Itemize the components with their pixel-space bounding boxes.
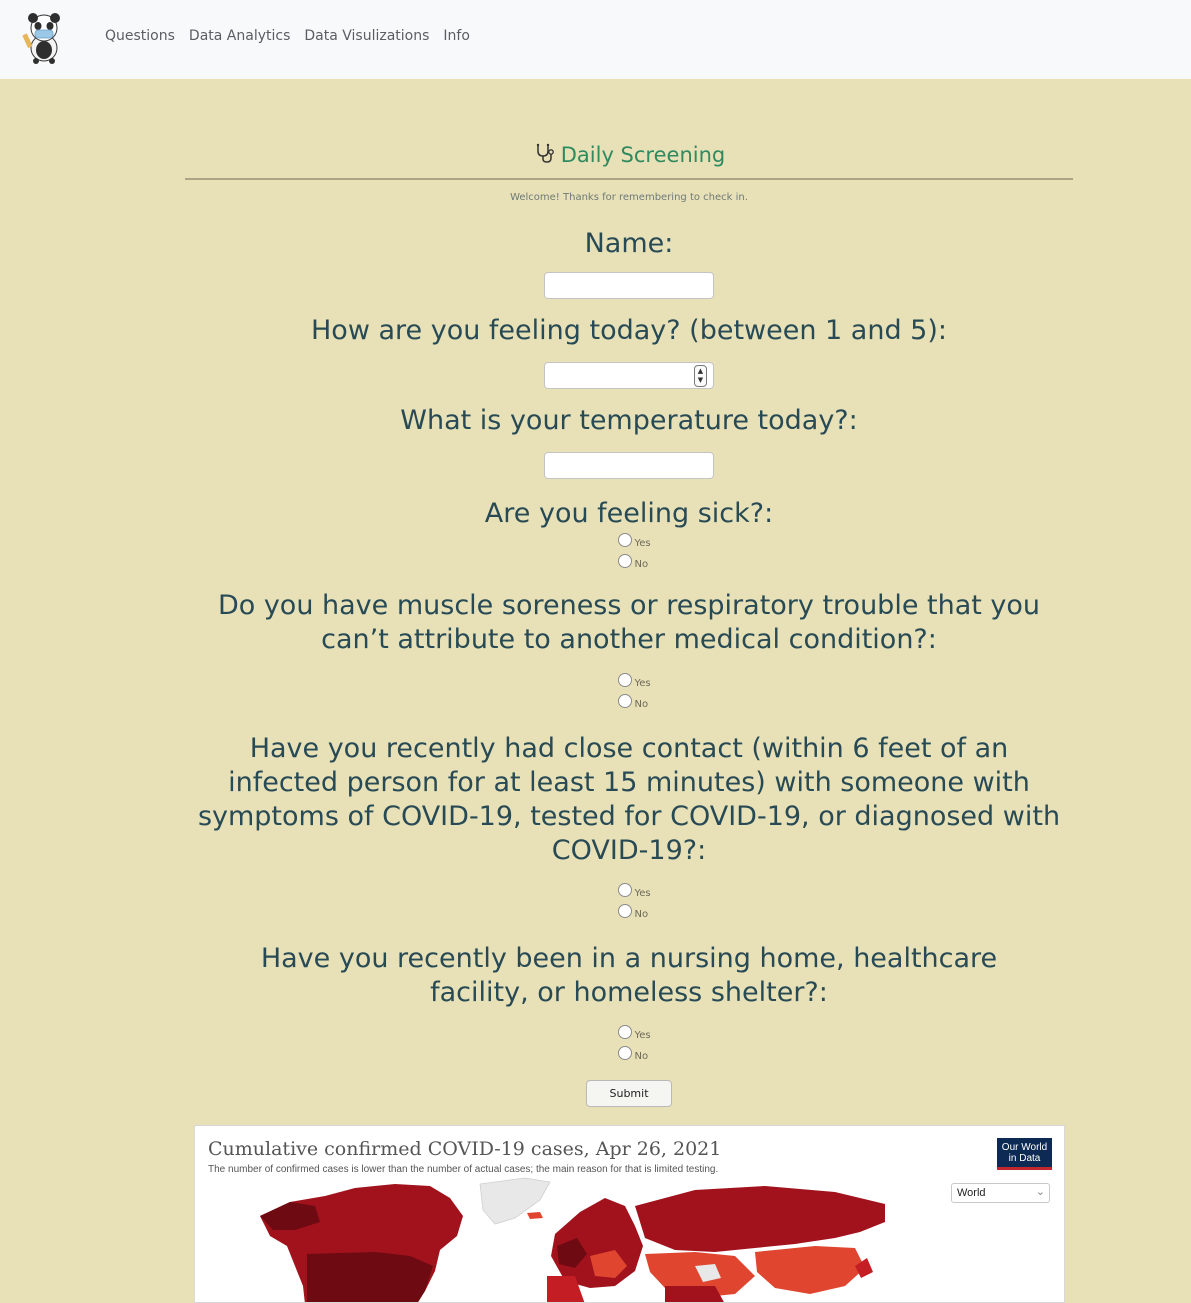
facility-yes-radio[interactable] — [617, 1025, 632, 1039]
nav-info[interactable]: Info — [436, 24, 477, 48]
nav-data-visualizations[interactable]: Data Visulizations — [297, 24, 436, 48]
contact-radio-group: Yes No — [185, 881, 1073, 923]
sick-no-label: No — [634, 559, 649, 570]
facility-yes-option[interactable]: Yes — [617, 1023, 653, 1044]
sick-yes-label: Yes — [634, 538, 651, 549]
sick-radio-group: Yes No — [185, 531, 1073, 573]
sick-label: Are you feeling sick?: — [484, 498, 774, 529]
chevron-up-icon[interactable]: ▲ — [698, 367, 703, 376]
screening-form: Daily Screening Welcome! Thanks for reme… — [185, 79, 1073, 1107]
sick-yes-radio[interactable] — [617, 533, 632, 547]
chevron-down-icon[interactable]: ▼ — [698, 376, 703, 385]
contact-no-radio[interactable] — [617, 904, 632, 918]
form-title: Daily Screening — [185, 140, 1073, 170]
submit-button[interactable]: Submit — [586, 1080, 672, 1107]
contact-yes-radio[interactable] — [617, 883, 632, 897]
contact-yes-label: Yes — [634, 888, 651, 899]
owid-logo-line1: Our World — [1001, 1142, 1048, 1153]
soreness-label: Do you have muscle soreness or respirato… — [217, 590, 1041, 655]
chevron-down-icon: ⌄ — [1035, 1186, 1045, 1198]
middle-east-region[interactable] — [665, 1286, 725, 1303]
soreness-yes-label: Yes — [634, 678, 651, 689]
name-input[interactable] — [544, 272, 714, 299]
contact-yes-option[interactable]: Yes — [617, 881, 653, 902]
welcome-text: Welcome! Thanks for remembering to check… — [510, 192, 748, 203]
contact-no-option[interactable]: No — [617, 902, 653, 923]
soreness-yes-radio[interactable] — [617, 673, 632, 687]
number-spinner[interactable]: ▲ ▼ — [694, 365, 707, 387]
soreness-no-radio[interactable] — [617, 694, 632, 708]
name-label: Name: — [584, 228, 674, 259]
usa-region[interactable] — [307, 1252, 433, 1303]
soreness-no-option[interactable]: No — [617, 692, 653, 713]
facility-label: Have you recently been in a nursing home… — [260, 943, 998, 1008]
facility-radio-group: Yes No — [185, 1023, 1073, 1065]
russia-region[interactable] — [635, 1186, 885, 1252]
owid-logo-line2: in Data — [1008, 1153, 1041, 1164]
nav-questions[interactable]: Questions — [98, 24, 182, 48]
facility-no-label: No — [634, 1051, 649, 1062]
navbar: Questions Data Analytics Data Visulizati… — [0, 0, 1191, 79]
sick-yes-option[interactable]: Yes — [617, 531, 653, 552]
map-subtitle: The number of confirmed cases is lower t… — [208, 1164, 719, 1175]
feeling-label: How are you feeling today? (between 1 an… — [311, 315, 947, 346]
page-title: Daily Screening — [560, 143, 726, 167]
map-title: Cumulative confirmed COVID-19 cases, Apr… — [208, 1138, 722, 1160]
region-select-value: World — [957, 1187, 986, 1199]
china-region[interactable] — [755, 1246, 865, 1294]
nav-links: Questions Data Analytics Data Visulizati… — [98, 24, 477, 48]
contact-no-label: No — [634, 909, 649, 920]
covid-map-card: Cumulative confirmed COVID-19 cases, Apr… — [194, 1125, 1065, 1303]
facility-no-option[interactable]: No — [617, 1044, 653, 1065]
nav-data-analytics[interactable]: Data Analytics — [182, 24, 297, 48]
stethoscope-icon — [533, 142, 555, 168]
sick-no-option[interactable]: No — [617, 552, 653, 573]
sick-no-radio[interactable] — [617, 554, 632, 568]
owid-logo[interactable]: Our World in Data — [997, 1138, 1052, 1170]
iceland-region[interactable] — [527, 1212, 543, 1219]
title-divider — [185, 178, 1073, 180]
contact-label: Have you recently had close contact (wit… — [197, 733, 1061, 866]
feeling-number-input[interactable]: ▲ ▼ — [544, 362, 714, 389]
facility-no-radio[interactable] — [617, 1046, 632, 1060]
soreness-no-label: No — [634, 699, 649, 710]
temperature-label: What is your temperature today?: — [400, 405, 858, 436]
soreness-radio-group: Yes No — [185, 671, 1073, 713]
soreness-yes-option[interactable]: Yes — [617, 671, 653, 692]
region-select[interactable]: World ⌄ — [951, 1183, 1050, 1203]
facility-yes-label: Yes — [634, 1030, 651, 1041]
temperature-input[interactable] — [544, 452, 714, 479]
panda-logo-icon[interactable] — [20, 10, 68, 64]
